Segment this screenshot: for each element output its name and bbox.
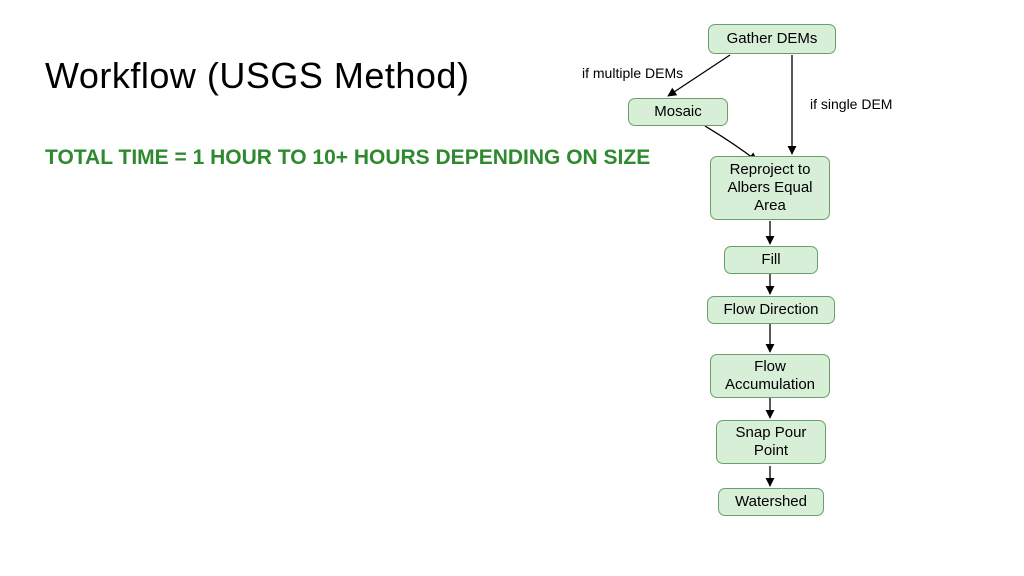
node-flowdir: Flow Direction <box>707 296 835 324</box>
node-flowacc: Flow Accumulation <box>710 354 830 398</box>
flowchart: if multiple DEMs if single DEM Gather DE… <box>570 18 990 576</box>
node-reproject: Reproject to Albers Equal Area <box>710 156 830 220</box>
node-mosaic: Mosaic <box>628 98 728 126</box>
node-gather: Gather DEMs <box>708 24 836 54</box>
node-watershed: Watershed <box>718 488 824 516</box>
edge-label-single: if single DEM <box>810 96 892 112</box>
node-fill: Fill <box>724 246 818 274</box>
node-snap: Snap Pour Point <box>716 420 826 464</box>
time-subtitle: TOTAL TIME = 1 HOUR TO 10+ HOURS DEPENDI… <box>45 145 650 171</box>
slide: Workflow (USGS Method) TOTAL TIME = 1 HO… <box>0 0 1024 576</box>
edge-label-multi: if multiple DEMs <box>582 65 683 81</box>
page-title: Workflow (USGS Method) <box>45 55 469 97</box>
